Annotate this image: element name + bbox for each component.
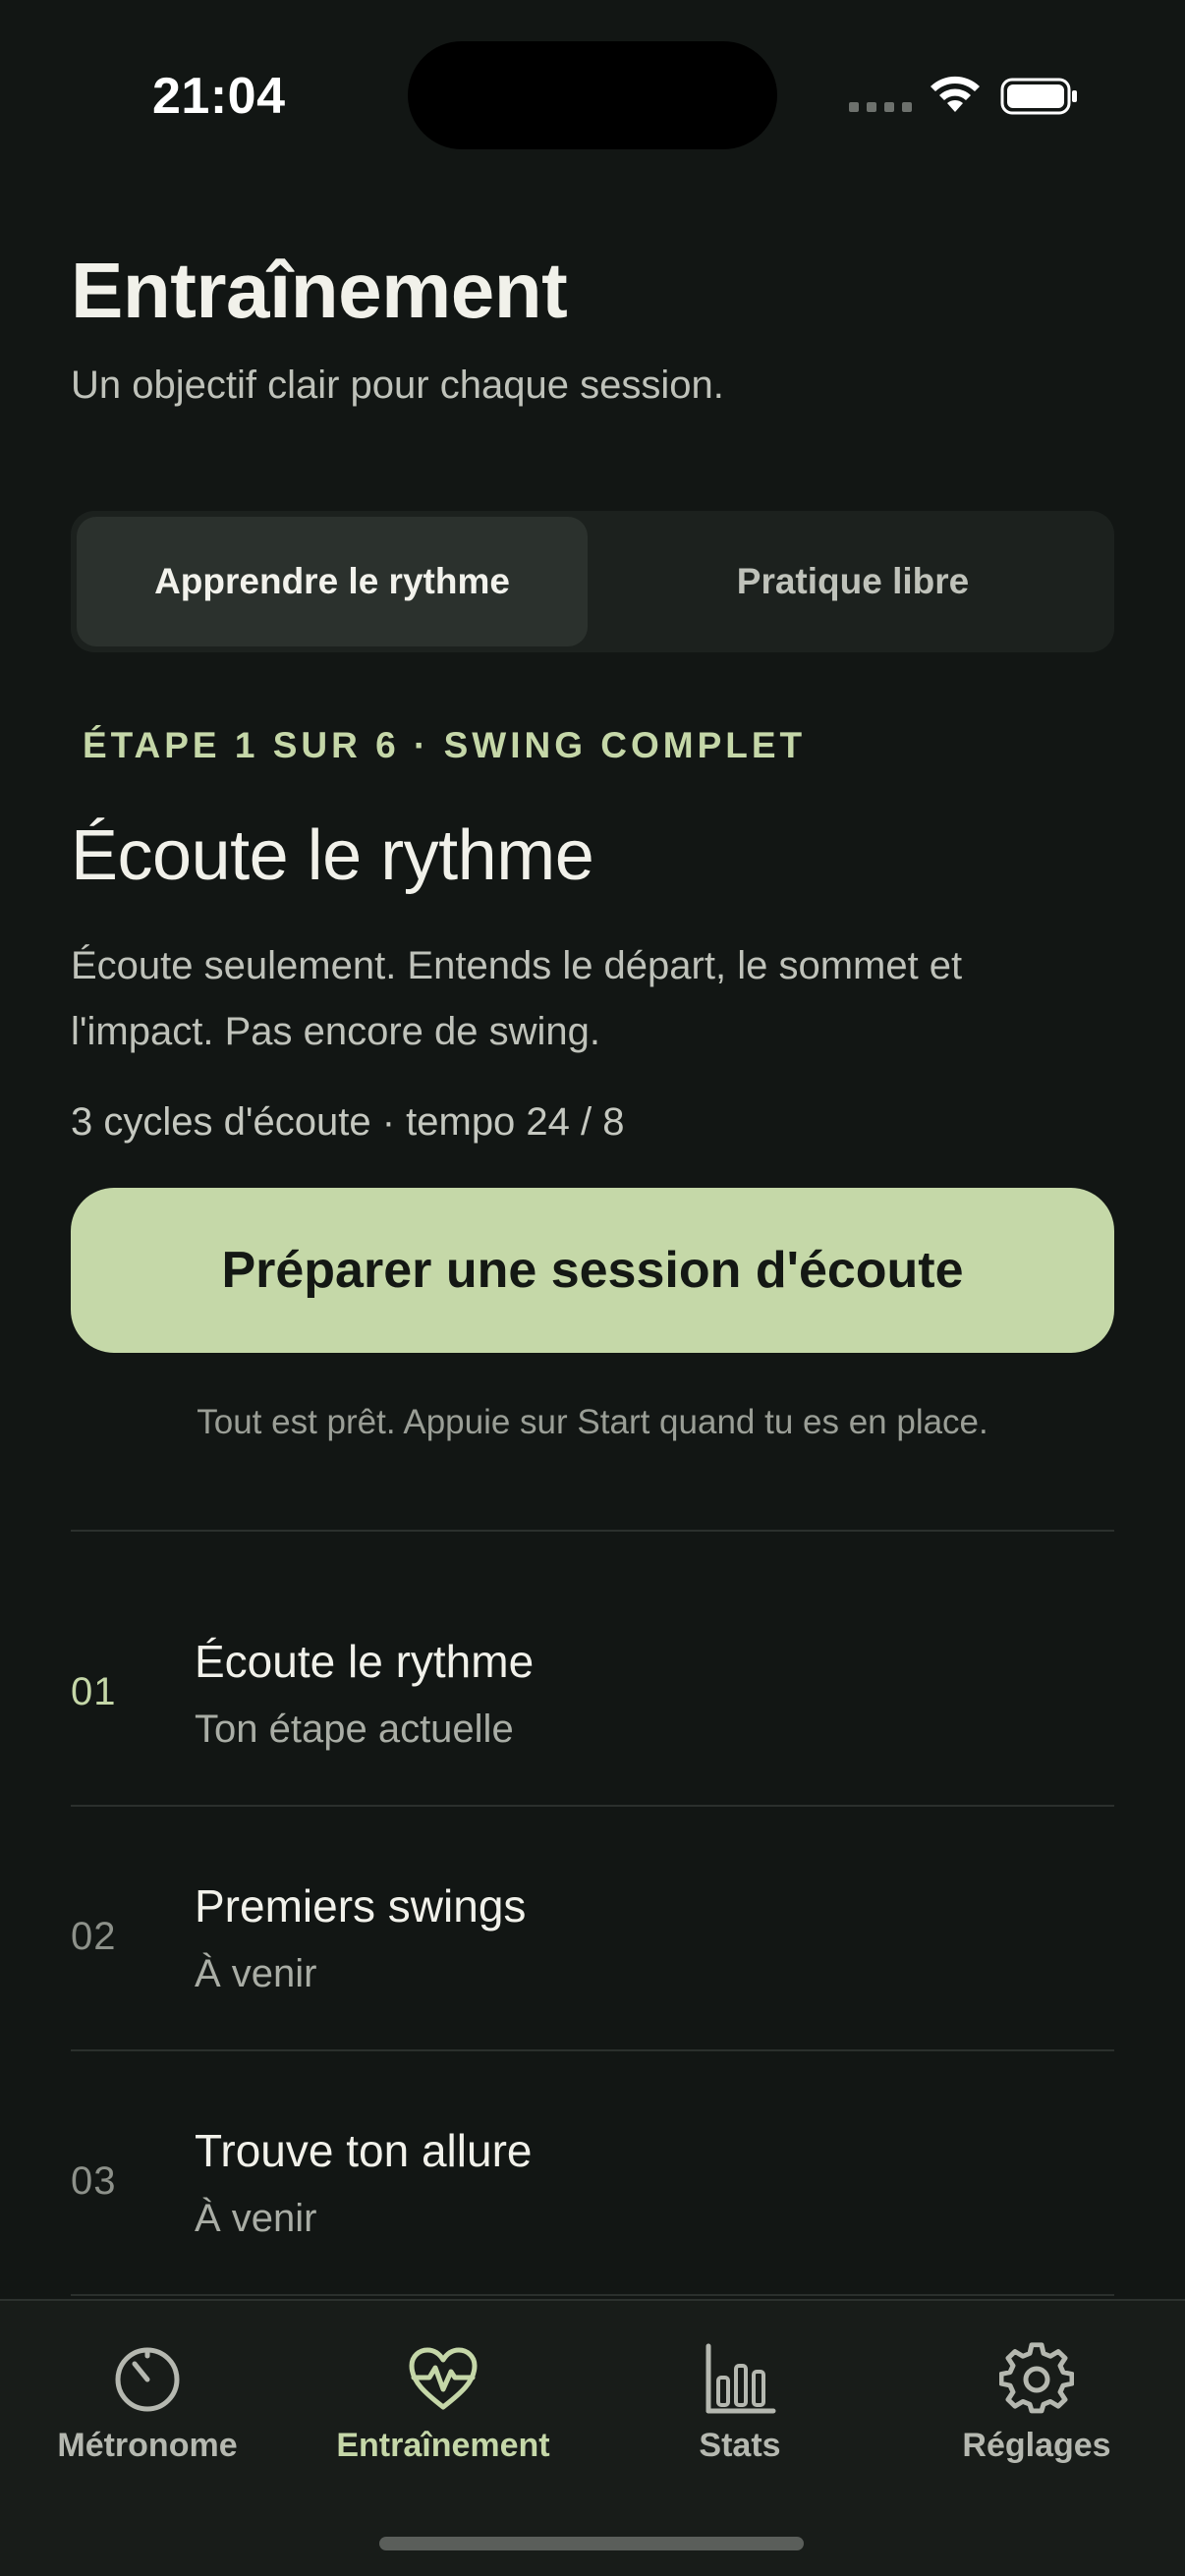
tab-reglages[interactable]: Réglages [889, 2301, 1184, 2497]
step-name: Écoute le rythme [195, 1636, 535, 1687]
divider [71, 1530, 1114, 1532]
tab-label: Réglages [962, 2427, 1111, 2464]
step-progress-label: ÉTAPE 1 SUR 6 · SWING COMPLET [83, 725, 807, 765]
home-indicator[interactable] [379, 2537, 804, 2550]
step-name: Premiers swings [195, 1880, 527, 1932]
step-number: 01 [71, 1670, 117, 1713]
battery-icon [1000, 78, 1077, 115]
prepare-session-button[interactable]: Préparer une session d'écoute [71, 1188, 1114, 1353]
ready-hint: Tout est prêt. Appuie sur Start quand tu… [197, 1403, 988, 1441]
page-title: Entraînement [71, 247, 568, 334]
segment-pratique-libre[interactable]: Pratique libre [597, 517, 1108, 646]
step-status: Ton étape actuelle [195, 1708, 514, 1751]
step-status: À venir [195, 2197, 317, 2240]
divider [71, 1805, 1114, 1807]
step-list-item[interactable]: 01 Écoute le rythme Ton étape actuelle [71, 1572, 1114, 1816]
tab-bar: Métronome Entraînement Stats Réglages [0, 2299, 1185, 2576]
segment-apprendre-le-rythme[interactable]: Apprendre le rythme [77, 517, 588, 646]
current-step-title: Écoute le rythme [71, 816, 594, 895]
tab-metronome[interactable]: Métronome [0, 2301, 295, 2497]
mode-segmented-control: Apprendre le rythme Pratique libre [71, 511, 1114, 652]
step-status: À venir [195, 1952, 317, 1995]
divider [71, 2294, 1114, 2296]
current-step-description: Écoute seulement. Entends le départ, le … [71, 944, 963, 1053]
tab-label: Métronome [57, 2427, 238, 2464]
gear-icon [999, 2342, 1074, 2414]
step-number: 02 [71, 1915, 117, 1958]
current-step-meta: 3 cycles d'écoute · tempo 24 / 8 [71, 1100, 625, 1144]
cellular-signal-icon [849, 102, 912, 112]
step-list-item[interactable]: 02 Premiers swings À venir [71, 1817, 1114, 2060]
tab-stats[interactable]: Stats [592, 2301, 887, 2497]
tab-entrainement[interactable]: Entraînement [296, 2301, 591, 2497]
page-subtitle: Un objectif clair pour chaque session. [71, 364, 724, 407]
wifi-icon [931, 76, 980, 112]
heart-pulse-icon [409, 2347, 478, 2410]
step-list-item[interactable]: 03 Trouve ton allure À venir [71, 2061, 1114, 2305]
tab-label: Entraînement [336, 2427, 550, 2464]
tab-label: Stats [699, 2427, 781, 2464]
bar-chart-icon [705, 2343, 776, 2414]
metronome-gauge-icon [115, 2347, 180, 2412]
status-time: 21:04 [152, 68, 286, 125]
dynamic-island [408, 41, 777, 149]
divider [71, 2049, 1114, 2051]
step-name: Trouve ton allure [195, 2125, 533, 2176]
step-number: 03 [71, 2159, 117, 2203]
